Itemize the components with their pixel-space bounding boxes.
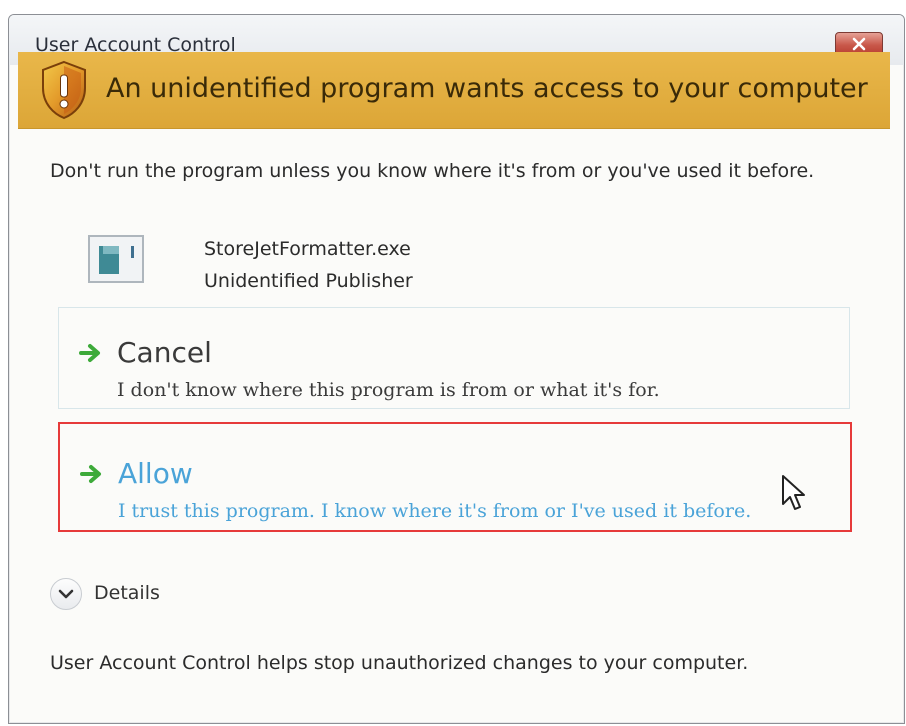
shield-warning-icon	[42, 60, 86, 120]
banner-headline: An unidentified program wants access to …	[106, 73, 868, 104]
cancel-label: Cancel	[117, 336, 212, 369]
details-label: Details	[94, 582, 160, 604]
allow-description: I trust this program. I know where it's …	[118, 500, 752, 522]
allow-label: Allow	[118, 457, 193, 490]
program-publisher: Unidentified Publisher	[204, 270, 413, 292]
program-icon	[88, 235, 144, 283]
footer-message: User Account Control helps stop unauthor…	[50, 652, 749, 674]
close-icon	[852, 37, 866, 51]
cancel-option[interactable]: Cancel I don't know where this program i…	[58, 307, 850, 409]
chevron-down-icon	[58, 589, 74, 599]
green-arrow-icon	[80, 465, 101, 483]
expand-details-button[interactable]	[50, 578, 82, 610]
cancel-description: I don't know where this program is from …	[117, 379, 660, 401]
allow-option[interactable]: Allow I trust this program. I know where…	[58, 422, 852, 532]
program-name: StoreJetFormatter.exe	[204, 238, 411, 260]
mouse-cursor-icon	[782, 475, 805, 510]
green-arrow-icon	[79, 344, 100, 362]
warning-message: Don't run the program unless you know wh…	[50, 160, 815, 182]
